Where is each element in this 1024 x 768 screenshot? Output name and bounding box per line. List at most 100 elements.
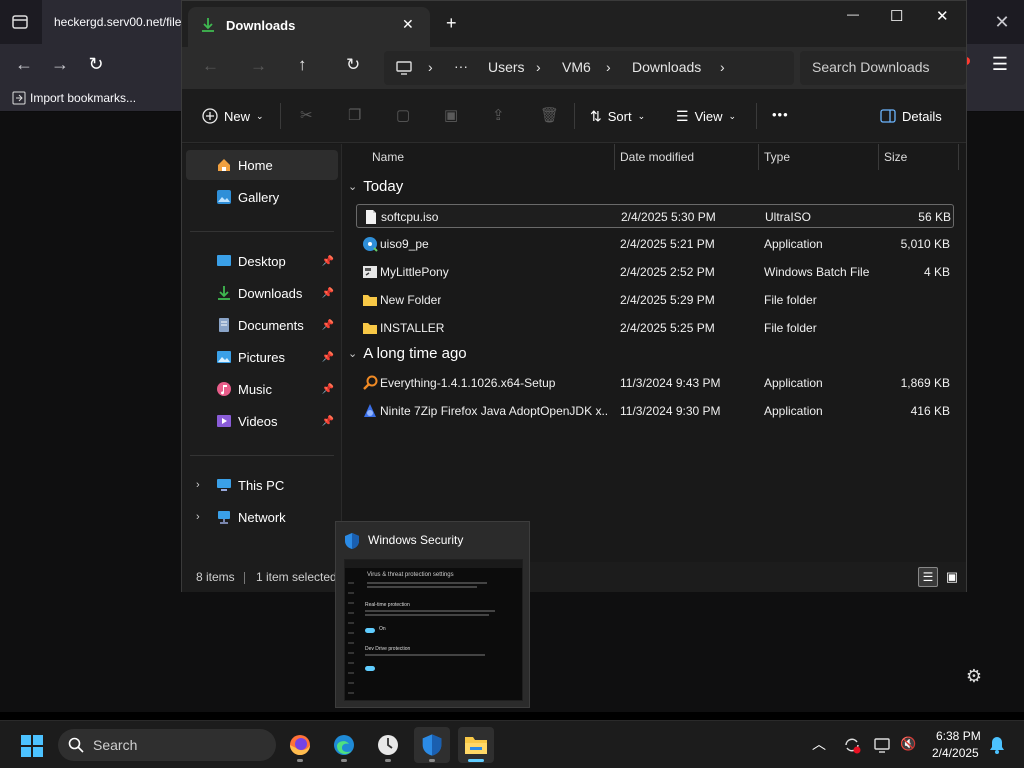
- file-explorer-app[interactable]: [458, 727, 494, 763]
- column-divider[interactable]: [958, 144, 959, 170]
- nav-item-downloads[interactable]: Downloads 📌: [186, 278, 338, 308]
- taskbar-search[interactable]: Search: [58, 729, 276, 761]
- thumb-toggle-icon: [365, 666, 375, 671]
- browser-menu-icon[interactable]: ☰: [988, 52, 1012, 76]
- clock-time[interactable]: 6:38 PM: [936, 729, 981, 743]
- file-name: softcpu.iso: [381, 210, 439, 224]
- clock-date[interactable]: 2/4/2025: [932, 746, 979, 760]
- rename-icon[interactable]: ▣: [444, 106, 458, 124]
- nav-item-network[interactable]: › Network: [186, 502, 338, 532]
- settings-gear-icon[interactable]: ⚙: [962, 666, 986, 690]
- expand-chevron-icon[interactable]: ›: [196, 511, 200, 523]
- nav-divider: [190, 455, 334, 456]
- desktop-icon: [217, 255, 231, 266]
- view-button[interactable]: ☰ View ⌄: [676, 100, 736, 132]
- file-type: UltraISO: [765, 210, 812, 224]
- more-options-icon[interactable]: •••: [772, 107, 789, 122]
- windows-security-app[interactable]: [414, 727, 450, 763]
- network-status-icon[interactable]: [874, 736, 892, 754]
- sync-alert-icon[interactable]: [842, 735, 862, 755]
- firefox-app[interactable]: [282, 727, 318, 763]
- share-icon[interactable]: ⇪: [492, 106, 505, 124]
- nav-item-music[interactable]: Music 📌: [186, 374, 338, 404]
- pin-icon[interactable]: 📌: [322, 384, 334, 395]
- file-row[interactable]: uiso9_pe 2/4/2025 5:21 PM Application 5,…: [356, 232, 954, 256]
- delete-icon[interactable]: 🗑: [540, 106, 559, 124]
- file-row[interactable]: New Folder 2/4/2025 5:29 PM File folder: [356, 288, 954, 312]
- close-tab-icon[interactable]: ✕: [402, 16, 414, 33]
- details-button[interactable]: Details: [880, 100, 942, 132]
- nav-item-videos[interactable]: Videos 📌: [186, 406, 338, 436]
- column-divider[interactable]: [614, 144, 615, 170]
- address-bar[interactable]: › ··· Users › VM6 › Downloads ›: [384, 51, 794, 85]
- browser-forward-icon[interactable]: →: [48, 52, 72, 76]
- monitor-icon: [396, 61, 412, 75]
- nav-item-this-pc[interactable]: › This PC: [186, 470, 338, 500]
- nav-item-documents[interactable]: Documents 📌: [186, 310, 338, 340]
- start-windows-icon[interactable]: [20, 734, 44, 758]
- tiles-view-icon[interactable]: ▣: [942, 567, 962, 587]
- pin-icon[interactable]: 📌: [322, 416, 334, 427]
- pin-icon[interactable]: 📌: [322, 320, 334, 331]
- column-divider[interactable]: [758, 144, 759, 170]
- column-date-modified[interactable]: Date modified: [620, 144, 694, 170]
- browser-close-icon[interactable]: ✕: [990, 10, 1014, 34]
- column-divider[interactable]: [878, 144, 879, 170]
- nav-item-home[interactable]: Home: [186, 150, 338, 180]
- nav-label: Home: [238, 157, 273, 173]
- pin-icon[interactable]: 📌: [322, 288, 334, 299]
- tab-list-icon[interactable]: [10, 12, 30, 32]
- breadcrumb-downloads[interactable]: Downloads: [632, 59, 701, 75]
- nav-label: Videos: [238, 413, 278, 429]
- new-button[interactable]: New ⌄: [202, 100, 264, 132]
- file-row[interactable]: softcpu.iso 2/4/2025 5:30 PM UltraISO 56…: [356, 204, 954, 228]
- column-type[interactable]: Type: [764, 144, 790, 170]
- column-name[interactable]: Name: [372, 144, 404, 170]
- browser-tab[interactable]: heckergd.serv00.net/file: [42, 0, 184, 44]
- refresh-icon[interactable]: ↻: [346, 55, 360, 75]
- nav-item-desktop[interactable]: Desktop 📌: [186, 246, 338, 276]
- volume-muted-icon[interactable]: 🔇: [900, 736, 918, 754]
- file-name: Everything-1.4.1.1026.x64-Setup: [380, 376, 556, 390]
- import-bookmarks-link[interactable]: Import bookmarks...: [12, 91, 136, 105]
- sort-button[interactable]: ⇅ Sort ⌄: [590, 100, 645, 132]
- up-arrow-icon[interactable]: ↑: [298, 55, 307, 75]
- explorer-tab[interactable]: Downloads ✕: [188, 7, 430, 47]
- breadcrumb-more[interactable]: ···: [454, 58, 468, 74]
- forward-arrow-icon[interactable]: →: [250, 56, 267, 76]
- clock-app[interactable]: [370, 727, 406, 763]
- notification-bell-icon[interactable]: [988, 735, 1006, 755]
- pin-icon[interactable]: 📌: [322, 256, 334, 267]
- clock-app-icon: [378, 735, 398, 755]
- windows-security-preview[interactable]: Windows Security Virus & threat protecti…: [335, 521, 530, 708]
- edge-app[interactable]: [326, 727, 362, 763]
- group-header-today[interactable]: ⌄ Today: [348, 178, 403, 195]
- pin-icon[interactable]: 📌: [322, 352, 334, 363]
- close-button[interactable]: ✕: [936, 7, 949, 25]
- show-hidden-icons-chevron-icon[interactable]: ︿: [812, 734, 826, 754]
- file-row[interactable]: INSTALLER 2/4/2025 5:25 PM File folder: [356, 316, 954, 340]
- back-arrow-icon[interactable]: ←: [202, 56, 219, 76]
- breadcrumb-users[interactable]: Users: [488, 59, 525, 75]
- details-view-icon[interactable]: ☰: [918, 567, 938, 587]
- maximize-button[interactable]: ☐: [890, 7, 903, 25]
- group-header-long-ago[interactable]: ⌄ A long time ago: [348, 345, 467, 362]
- browser-reload-icon[interactable]: ↻: [84, 52, 108, 76]
- paste-icon[interactable]: ▢: [396, 106, 410, 124]
- cut-icon[interactable]: ✂: [300, 106, 313, 124]
- search-box[interactable]: Search Downloads: [800, 51, 966, 85]
- file-row[interactable]: Ninite 7Zip Firefox Java AdoptOpenJDK x.…: [356, 399, 954, 423]
- new-tab-button[interactable]: +: [446, 13, 457, 34]
- copy-icon[interactable]: ❐: [348, 106, 361, 124]
- file-row[interactable]: Everything-1.4.1.1026.x64-Setup 11/3/202…: [356, 371, 954, 395]
- search-label: Search: [93, 737, 138, 753]
- minimize-button[interactable]: —: [847, 7, 859, 21]
- breadcrumb-vm6[interactable]: VM6: [562, 59, 591, 75]
- column-size[interactable]: Size: [884, 144, 907, 170]
- expand-chevron-icon[interactable]: ›: [196, 479, 200, 491]
- browser-back-icon[interactable]: ←: [12, 52, 36, 76]
- explorer-tab-title: Downloads: [226, 18, 296, 33]
- nav-item-pictures[interactable]: Pictures 📌: [186, 342, 338, 372]
- nav-item-gallery[interactable]: Gallery: [186, 182, 338, 212]
- file-row[interactable]: MyLittlePony 2/4/2025 2:52 PM Windows Ba…: [356, 260, 954, 284]
